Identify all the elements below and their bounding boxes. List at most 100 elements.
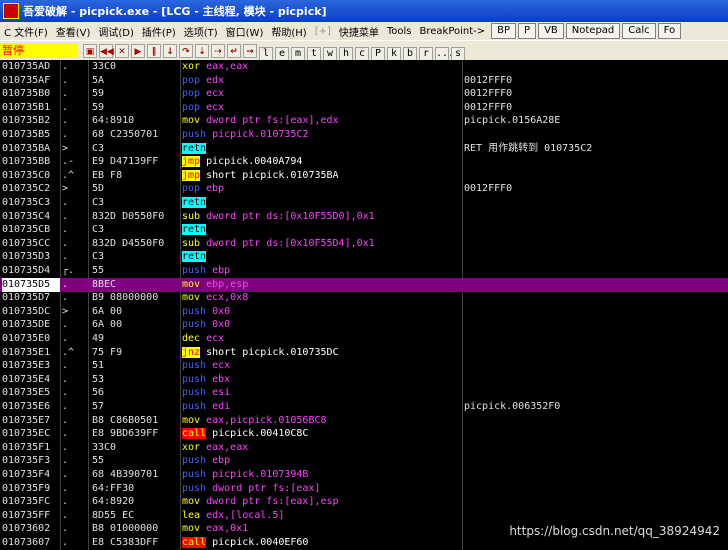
disasm-row[interactable]: 010735CC. 832D D4550F0 sub dword ptr ds:[0… <box>0 237 728 251</box>
operands: picpick.0040A794 <box>206 156 303 168</box>
disasm-row[interactable]: 010735DC >6A 00 push 0x0 <box>0 305 728 319</box>
execute-till-return-icon[interactable]: ↵ <box>227 43 241 58</box>
operands: dword ptr ds:[0x10F55D0],0x1 <box>206 210 375 222</box>
trace-over-icon[interactable]: ⇢ <box>211 43 225 58</box>
operands: ebp <box>212 265 231 276</box>
disasm-row[interactable]: 010735FF. 8D55 EC lea edx,[local.5] <box>0 509 728 523</box>
disasm-row[interactable]: 010735EC. E8 9BD639FF call picpick.00410C8… <box>0 427 728 441</box>
step-into-icon[interactable]: ↓ <box>163 43 177 58</box>
menu-item[interactable]: C 文件(F) <box>0 24 52 39</box>
toolbar-view-button[interactable]: t <box>307 46 321 60</box>
disasm-row[interactable]: 010735BA > C3 retn RET 用作跳转到 010735C2 <box>0 142 728 156</box>
toolbar-view-button[interactable]: ... <box>435 46 454 60</box>
menu-item[interactable]: 帮助(H) <box>267 24 310 39</box>
disasm-row[interactable]: 010735C4. 832D D0550F0 sub dword ptr ds:[0… <box>0 210 728 224</box>
address: 010735D3 <box>2 251 51 263</box>
run-icon[interactable]: ▶ <box>131 43 145 58</box>
disasm-row[interactable]: 010735B1. 59 pop ecx 0012FFF0 <box>0 101 728 115</box>
disasm-row[interactable]: 010735FC. 64:8920 mov dword ptr fs:[eax],e… <box>0 495 728 509</box>
goto-icon[interactable]: → <box>243 43 257 58</box>
disasm-row[interactable]: 010735C0 .^ EB F8 jmp short picpick.010735B… <box>0 169 728 183</box>
opcode: lea <box>182 509 201 521</box>
disasm-row[interactable]: 010735DE. 6A 00 push 0x0 <box>0 318 728 332</box>
jump-marker: . <box>62 537 69 548</box>
disasm-row[interactable]: 010735B5. 68 C2350701 push picpick.010735C… <box>0 128 728 142</box>
toolbar: 暂停 ▣ ◀◀ ✕ ▶ ‖ ↓ ↷ ⇣ ⇢ ↵ → l e m t w h c Pk b r...… <box>0 40 728 61</box>
menu-item[interactable]: Tools <box>383 26 416 37</box>
disasm-row[interactable]: 010735AF. 5A pop edx 0012FFF0 <box>0 74 728 88</box>
jump-marker: . <box>62 197 69 208</box>
toolbar-view-button[interactable]: h <box>339 46 353 60</box>
step-over-icon[interactable]: ↷ <box>179 43 193 58</box>
disasm-row[interactable]: 010735C2 >5D pop ebp 0012FFF0 <box>0 182 728 196</box>
close-icon[interactable]: ✕ <box>115 43 129 58</box>
toolbar-view-button[interactable]: l <box>259 46 273 60</box>
menu-item[interactable]: [+] <box>311 26 335 37</box>
hex-bytes: 51 <box>92 360 105 372</box>
menu-item[interactable]: 调试(D) <box>94 24 138 39</box>
opcode: mov <box>182 292 201 304</box>
menu-button[interactable]: VB <box>538 23 564 39</box>
rewind-icon[interactable]: ◀◀ <box>99 43 114 58</box>
comment: 0012FFF0 <box>464 88 513 100</box>
disasm-row[interactable]: 010735F9. 64:FF30 push dword ptr fs:[eax] <box>0 482 728 496</box>
menu-button[interactable]: Notepad <box>565 23 621 39</box>
disasm-row[interactable]: 010735E4. 53 push ebx <box>0 373 728 387</box>
menu-button[interactable]: BP <box>491 23 517 39</box>
pause-icon[interactable]: ‖ <box>147 43 161 58</box>
toolbar-view-button[interactable]: s <box>451 46 465 60</box>
disasm-row[interactable]: 010735F4. 68 4B390701 push picpick.0107394… <box>0 468 728 482</box>
menu-item[interactable]: 选项(T) <box>180 24 222 39</box>
disasm-row[interactable]: 010735E7. B8 C86B0501 mov eax,picpick.0105… <box>0 414 728 428</box>
disasm-row[interactable]: 010735E3. 51 push ecx <box>0 359 728 373</box>
comment: picpick.006352F0 <box>464 401 561 412</box>
opcode: push <box>182 373 207 385</box>
disasm-row[interactable]: 010735B2. 64:8910 mov dword ptr fs:[eax],e… <box>0 114 728 128</box>
opcode: push <box>182 387 207 399</box>
toolbar-view-button[interactable]: P <box>371 46 385 60</box>
disasm-row[interactable]: 010735C3. C3 retn <box>0 196 728 210</box>
disasm-row[interactable]: 010735B0. 59 pop ecx 0012FFF0 <box>0 87 728 101</box>
disasm-row[interactable]: 01073607. E8 C5383DFF call picpick.0040EF6… <box>0 536 728 550</box>
disasm-row[interactable]: 010735E0. 49 dec ecx <box>0 332 728 346</box>
opcode: push <box>182 455 207 467</box>
trace-into-icon[interactable]: ⇣ <box>195 43 209 58</box>
disasm-row[interactable]: 010735F1. 33C0 xor eax,eax <box>0 441 728 455</box>
disasm-row[interactable]: 010735CB. C3 retn <box>0 223 728 237</box>
disasm-row[interactable]: 010735D4 ┌. 55 push ebp <box>0 264 728 278</box>
address: 010735FF <box>2 509 51 521</box>
toolbar-view-button[interactable]: w <box>323 46 337 60</box>
menu-item[interactable]: 查看(V) <box>52 24 95 39</box>
disasm-row[interactable]: 010735E6. 57 push edi picpick.006352F0 <box>0 400 728 414</box>
toolbar-view-button[interactable]: e <box>275 46 289 60</box>
disasm-row[interactable]: 010735D7. B9 08000000 mov ecx,0x8 <box>0 291 728 305</box>
menu-item[interactable]: 快捷菜单 <box>335 24 383 39</box>
toolbar-view-button[interactable]: c <box>355 46 369 60</box>
disasm-row[interactable]: 010735BB .- E9 D47139FF jmp picpick.0040A79… <box>0 155 728 169</box>
toolbar-view-button[interactable]: b <box>403 46 417 60</box>
address: 010735C3 <box>2 197 51 208</box>
menu-button[interactable]: Calc <box>622 23 656 39</box>
menu-item[interactable]: 窗口(W) <box>222 24 268 39</box>
disasm-row[interactable]: 010735E5. 56 push esi <box>0 386 728 400</box>
hex-bytes: 5A <box>92 74 105 86</box>
menu-button[interactable]: Fo <box>657 23 682 39</box>
toolbar-view-button[interactable]: r <box>419 46 433 60</box>
menu-item[interactable]: 插件(P) <box>138 24 180 39</box>
disasm-row[interactable]: 010735D3. C3 retn <box>0 250 728 264</box>
disasm-row[interactable]: 010735E1 .^ 75 F9 jnz short picpick.010735D… <box>0 346 728 360</box>
disasm-row[interactable]: 010735AD. 33C0 xor eax,eax <box>0 60 728 74</box>
operands: dword ptr fs:[eax] <box>212 482 321 494</box>
disassembly: push ebp <box>182 264 462 278</box>
open-icon[interactable]: ▣ <box>83 43 97 58</box>
cpu-disassembly-pane[interactable]: 010735AD. 33C0 xor eax,eax 010735AF. 5A pop e… <box>0 60 728 550</box>
menu-item[interactable]: BreakPoint-> <box>416 26 490 37</box>
toolbar-view-button[interactable]: k <box>387 46 401 60</box>
hex-bytes: C3 <box>92 197 105 208</box>
disasm-row[interactable]: 010735D5. 8BEC mov ebp,esp <box>0 277 728 292</box>
toolbar-view-button[interactable]: m <box>291 46 305 60</box>
menu-button[interactable]: P <box>518 23 537 39</box>
disasm-row[interactable]: 010735F3. 55 push ebp <box>0 454 728 468</box>
jump-marker: . <box>62 373 69 385</box>
jump-marker: . <box>62 101 69 113</box>
